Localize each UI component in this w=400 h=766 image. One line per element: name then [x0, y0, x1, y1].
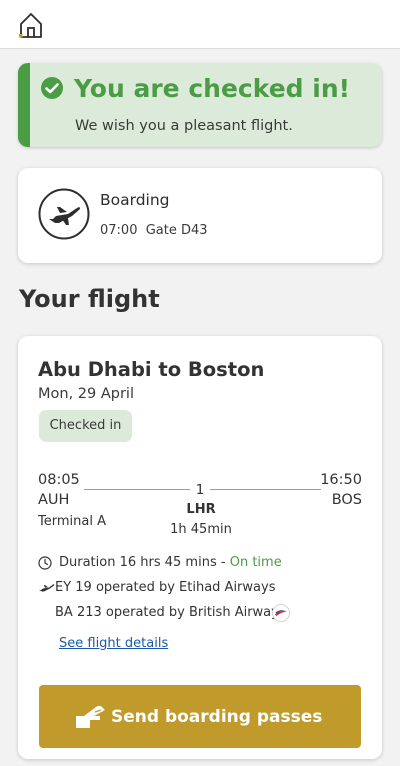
on-time-status: On time — [229, 555, 282, 570]
status-badge: Checked in — [39, 410, 132, 442]
british-airways-logo-icon — [272, 604, 290, 622]
flight-date: Mon, 29 April — [38, 386, 134, 402]
send-boarding-passes-label: Send boarding passes — [111, 707, 323, 727]
boarding-gate: Gate D43 — [145, 223, 208, 238]
stop-airport-code: LHR — [186, 502, 216, 517]
check-circle-icon — [41, 77, 63, 99]
plane-takeoff-icon — [38, 188, 90, 240]
banner-accent-bar — [18, 63, 30, 147]
ticket-icon — [76, 705, 105, 728]
departure-airport-code: AUH — [38, 492, 70, 508]
route-line-left — [84, 489, 190, 490]
clock-icon — [38, 556, 52, 570]
stop-count: 1 — [195, 482, 205, 498]
segment-operator-2: BA 213 operated by British Airways — [55, 605, 286, 620]
see-flight-details-link[interactable]: See flight details — [59, 634, 168, 654]
home-icon — [19, 13, 42, 38]
arrival-time: 16:50 — [320, 472, 362, 488]
your-flight-heading: Your flight — [19, 285, 160, 313]
plane-icon — [39, 584, 55, 592]
duration-line: Duration 16 hrs 45 mins - On time — [59, 553, 282, 573]
home-button[interactable] — [16, 10, 46, 40]
boarding-title: Boarding — [100, 191, 170, 209]
layover-duration: 1h 45min — [170, 522, 232, 537]
top-bar — [0, 0, 400, 49]
boarding-time-gate: 07:00 Gate D43 — [100, 222, 208, 240]
checked-in-title: You are checked in! — [74, 74, 351, 103]
duration-separator: - — [220, 555, 226, 570]
departure-time: 08:05 — [38, 472, 80, 488]
duration-text: Duration 16 hrs 45 mins — [59, 555, 217, 570]
route-title: Abu Dhabi to Boston — [38, 358, 265, 381]
segment-operator-1: EY 19 operated by Etihad Airways — [55, 580, 276, 595]
arrival-airport-code: BOS — [331, 492, 362, 508]
boarding-time: 07:00 — [100, 223, 138, 238]
route-line-right — [210, 489, 321, 490]
checked-in-subtitle: We wish you a pleasant flight. — [75, 118, 293, 134]
departure-terminal: Terminal A — [38, 514, 106, 529]
